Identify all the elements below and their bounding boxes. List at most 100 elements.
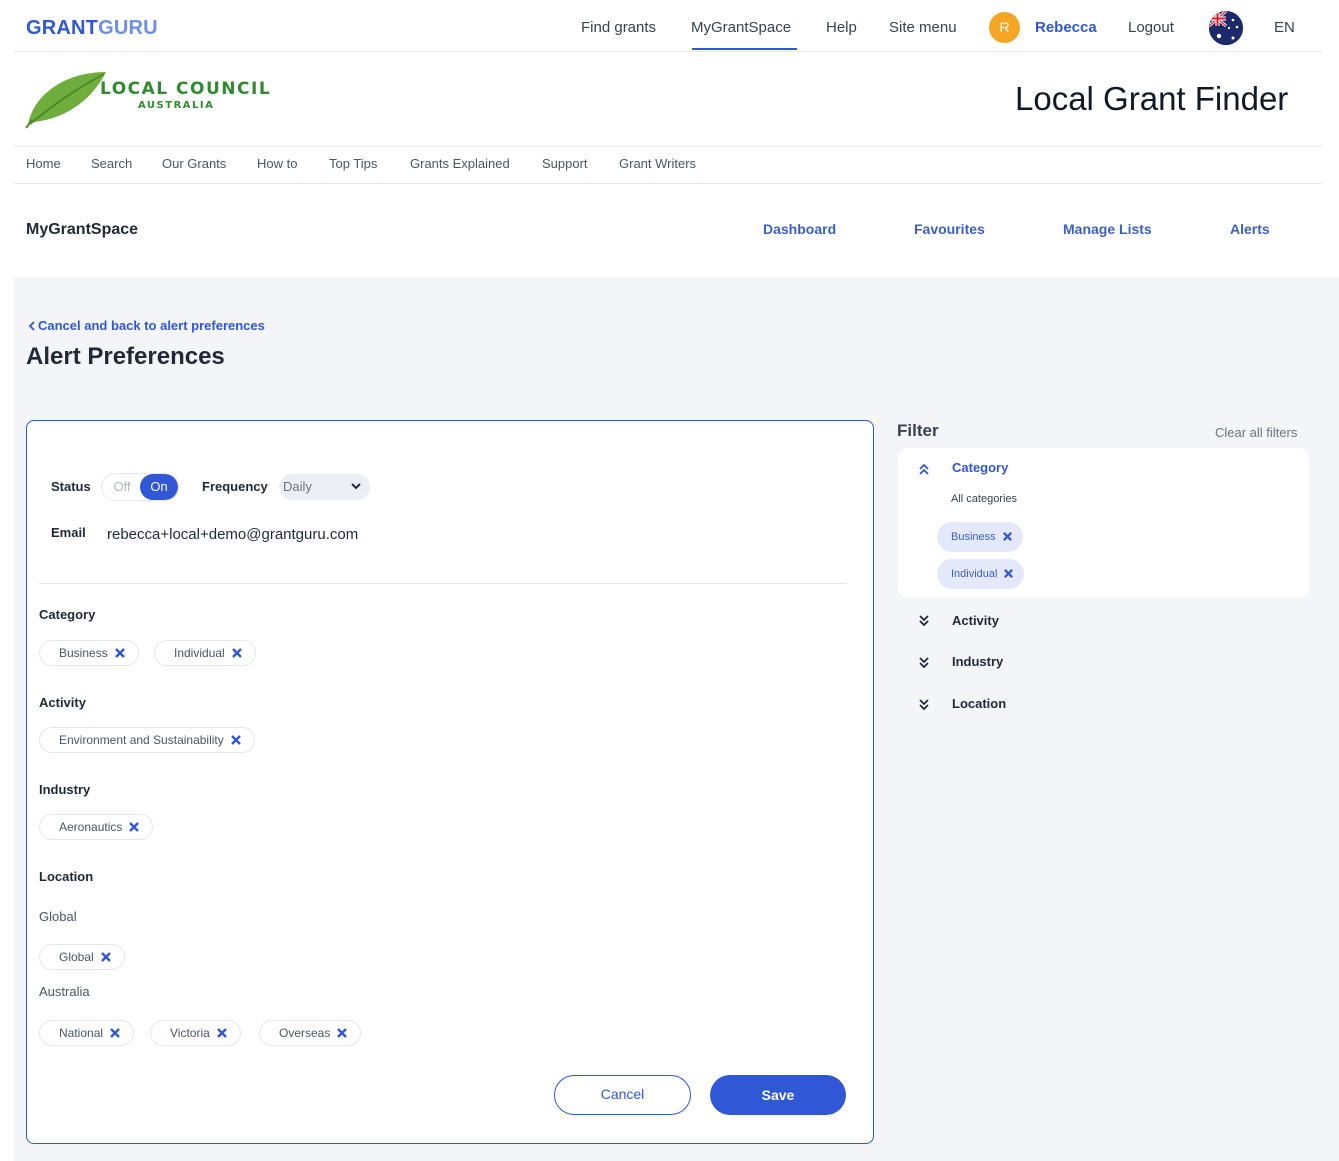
- toggle-off[interactable]: Off: [102, 474, 142, 500]
- subnav-support[interactable]: Support: [542, 156, 588, 171]
- active-nav-underline: [692, 48, 797, 50]
- alert-preferences-form: Status Off On Frequency Daily Email rebe…: [26, 420, 874, 1144]
- chip-label: Individual: [174, 646, 225, 660]
- australia-flag-icon[interactable]: [1209, 11, 1243, 45]
- page-title: Alert Preferences: [26, 343, 225, 370]
- filter-title: Filter: [897, 421, 939, 440]
- back-link[interactable]: Cancel and back to alert preferences: [28, 318, 265, 333]
- nav-site-menu[interactable]: Site menu: [889, 19, 957, 36]
- filter-industry-toggle[interactable]: Industry: [952, 654, 1003, 669]
- page: GRANTGURU Find grants MyGrantSpace Help …: [14, 0, 1339, 1161]
- location-chip: National: [39, 1020, 135, 1047]
- chip-label: Aeronautics: [59, 820, 123, 834]
- frequency-value: Daily: [283, 479, 312, 494]
- brand-part-2: GURU: [98, 17, 158, 39]
- subnav-search[interactable]: Search: [91, 156, 132, 171]
- category-label: Category: [39, 607, 96, 622]
- chevron-double-down-icon[interactable]: [918, 656, 930, 670]
- site-title: Local Grant Finder: [1015, 80, 1289, 117]
- chip-label: Environment and Sustainability: [59, 733, 224, 747]
- industry-label: Industry: [39, 782, 91, 797]
- remove-icon[interactable]: [100, 947, 112, 971]
- remove-icon[interactable]: [336, 1023, 348, 1047]
- nav-alerts[interactable]: Alerts: [1230, 221, 1270, 237]
- back-link-label: Cancel and back to alert preferences: [38, 318, 265, 333]
- location-australia-heading: Australia: [39, 984, 90, 999]
- subnav-grants-explained[interactable]: Grants Explained: [410, 156, 510, 171]
- subnav-top-tips[interactable]: Top Tips: [329, 156, 377, 171]
- subnav-our-grants[interactable]: Our Grants: [162, 156, 226, 171]
- council-name: LOCAL COUNCIL: [100, 79, 272, 99]
- divider: [14, 51, 1322, 52]
- council-country: AUSTRALIA: [138, 100, 215, 111]
- chevron-double-down-icon[interactable]: [918, 614, 930, 628]
- email-label: Email: [51, 525, 86, 540]
- filter-category-toggle[interactable]: Category: [952, 460, 1008, 475]
- filter-chip: Individual: [937, 559, 1025, 591]
- chip-label: Individual: [951, 568, 998, 580]
- chip-label: Business: [951, 531, 996, 543]
- nav-logout[interactable]: Logout: [1128, 19, 1174, 36]
- industry-chip: Aeronautics: [39, 814, 154, 841]
- frequency-select[interactable]: Daily: [279, 474, 370, 500]
- nav-favourites[interactable]: Favourites: [914, 221, 985, 237]
- frequency-label: Frequency: [202, 479, 268, 494]
- subnav-grant-writers[interactable]: Grant Writers: [619, 156, 696, 171]
- filter-chip: Business: [937, 522, 1023, 552]
- chip-label: Business: [59, 646, 108, 660]
- location-chip: Victoria: [150, 1020, 241, 1046]
- chevron-down-icon: [351, 483, 361, 490]
- remove-icon[interactable]: [216, 1023, 228, 1047]
- nav-dashboard[interactable]: Dashboard: [763, 221, 836, 237]
- chip-label: National: [59, 1026, 104, 1040]
- location-global-heading: Global: [39, 909, 77, 924]
- category-chip: Business: [39, 640, 139, 666]
- remove-icon[interactable]: [109, 1023, 121, 1047]
- save-button[interactable]: Save: [710, 1075, 846, 1115]
- remove-icon[interactable]: [1002, 524, 1013, 554]
- nav-my-grant-space[interactable]: MyGrantSpace: [691, 19, 791, 36]
- clear-all-filters-link[interactable]: Clear all filters: [1215, 425, 1297, 440]
- cancel-button[interactable]: Cancel: [554, 1075, 691, 1115]
- status-label: Status: [51, 479, 91, 494]
- language-selector[interactable]: EN: [1274, 19, 1295, 36]
- brand-part-1: GRANT: [26, 17, 99, 39]
- subnav-home[interactable]: Home: [26, 156, 61, 171]
- filter-activity-toggle[interactable]: Activity: [952, 613, 999, 628]
- activity-chip: Environment and Sustainability: [39, 727, 255, 753]
- status-toggle[interactable]: Off On: [101, 473, 179, 501]
- nav-find-grants[interactable]: Find grants: [581, 19, 656, 36]
- location-chip: Overseas: [259, 1020, 362, 1047]
- divider: [14, 146, 1322, 147]
- filter-location-toggle[interactable]: Location: [952, 696, 1006, 711]
- category-chip: Individual: [154, 640, 256, 666]
- location-label: Location: [39, 869, 94, 884]
- nav-help[interactable]: Help: [826, 19, 857, 36]
- divider: [39, 583, 847, 584]
- remove-icon[interactable]: [231, 643, 243, 667]
- avatar[interactable]: R: [989, 12, 1020, 43]
- category-filter-panel: Category All categories Business Individ…: [898, 448, 1309, 598]
- chip-label: Global: [59, 950, 94, 964]
- divider: [14, 183, 1322, 184]
- remove-icon[interactable]: [230, 730, 242, 754]
- activity-label: Activity: [39, 695, 86, 710]
- all-categories-label[interactable]: All categories: [951, 493, 1017, 505]
- chip-label: Victoria: [170, 1026, 210, 1040]
- section-title: MyGrantSpace: [26, 221, 139, 238]
- subnav-how-to[interactable]: How to: [257, 156, 297, 171]
- location-chip: Global: [39, 944, 125, 970]
- toggle-on[interactable]: On: [140, 474, 178, 500]
- chevron-double-up-icon[interactable]: [918, 462, 930, 476]
- nav-manage-lists[interactable]: Manage Lists: [1063, 221, 1152, 237]
- email-value: rebecca+local+demo@grantguru.com: [107, 526, 359, 543]
- remove-icon[interactable]: [128, 817, 140, 841]
- grantguru-logo[interactable]: GRANTGURU: [26, 17, 158, 40]
- remove-icon[interactable]: [114, 643, 126, 667]
- chevron-left-icon: [28, 321, 35, 331]
- chevron-double-down-icon[interactable]: [918, 698, 930, 712]
- user-name[interactable]: Rebecca: [1035, 19, 1097, 36]
- chip-label: Overseas: [279, 1026, 331, 1040]
- remove-icon[interactable]: [1003, 561, 1014, 591]
- leaf-logo-icon[interactable]: [24, 66, 110, 135]
